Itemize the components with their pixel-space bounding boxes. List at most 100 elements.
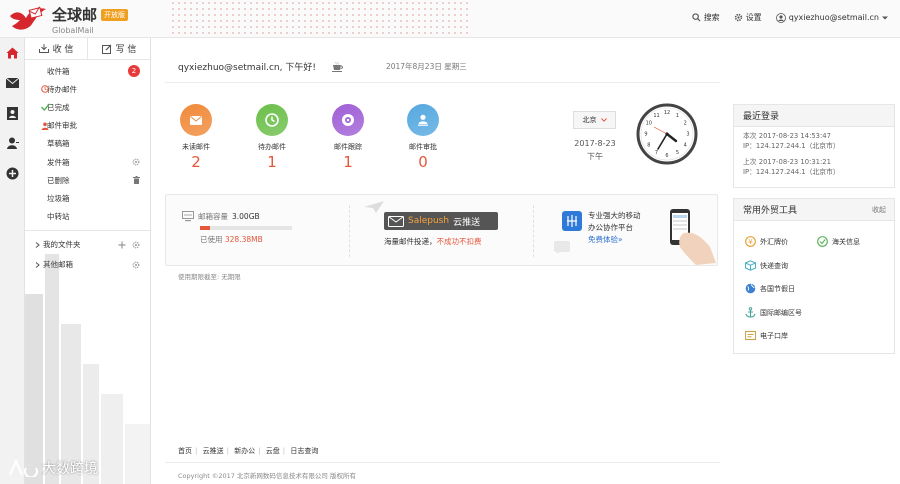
approve-icon: [418, 114, 428, 126]
svg-text:2: 2: [684, 121, 687, 127]
svg-text:11: 11: [653, 113, 659, 119]
bird-logo-icon: [10, 5, 46, 30]
beta-badge: 开放版: [101, 8, 129, 21]
approval-count: 0: [418, 153, 428, 171]
svg-text:3: 3: [686, 132, 689, 138]
chat-bubble-icon: [554, 241, 570, 254]
port-icon: [745, 330, 756, 341]
greeting-text: qyxiezhuo@setmail.cn, 下午好!: [178, 63, 316, 73]
stat-tracking[interactable]: 邮件跟踪 1: [318, 104, 378, 171]
folder-transfer[interactable]: 中转站: [25, 208, 150, 226]
city-select[interactable]: 北京: [573, 111, 616, 129]
stat-approval[interactable]: 邮件审批 0: [393, 104, 453, 171]
folder-sent[interactable]: 发件箱: [25, 153, 150, 171]
folder-done[interactable]: 已完成: [25, 98, 150, 116]
current-date: 2017年8月23日 星期三: [385, 62, 467, 71]
chevron-down-icon: [600, 118, 607, 122]
stat-unread[interactable]: 未读邮件 2: [166, 104, 226, 171]
mobile-office-promo: 专业强大的移动 办公协作平台 免费体验»: [588, 211, 641, 246]
footer-link-salepush[interactable]: 云推送: [203, 447, 224, 455]
phone-illustration: [670, 209, 716, 265]
tool-customs-info[interactable]: 海关信息: [817, 236, 860, 247]
clock-icon: [41, 85, 49, 94]
trash-icon[interactable]: [133, 176, 140, 185]
tool-exchange-rate[interactable]: ¥ 外汇牌价: [745, 236, 788, 247]
todo-circle: [256, 104, 288, 136]
svg-text:4: 4: [684, 143, 687, 149]
storage-progress-bar: [200, 226, 292, 230]
target-icon: [342, 114, 354, 126]
folder-inbox[interactable]: 收件箱 2: [25, 62, 150, 80]
app-logo-icon: [567, 215, 577, 227]
rail-user[interactable]: [0, 128, 25, 158]
footer-link-home[interactable]: 首页: [178, 447, 192, 455]
express-icon: [745, 260, 756, 271]
recent-login-box: 最近登录 本次 2017-08-23 14:53:47 IP：124.127.2…: [733, 104, 895, 188]
tool-express-tracking[interactable]: 快递查询: [745, 260, 788, 271]
clock-icon: [265, 113, 279, 127]
storage-info: 邮箱容量 3.00GB 已使用 328.38MB: [182, 211, 292, 245]
tool-postal-codes[interactable]: 国际邮编区号: [745, 307, 802, 318]
watermark-logo-icon: [9, 459, 38, 477]
storage-icon: [182, 211, 194, 222]
rail-home[interactable]: [0, 38, 25, 68]
folder-approval[interactable]: 邮件审批: [25, 117, 150, 135]
collapse-button[interactable]: 收起: [872, 205, 886, 215]
tool-e-port[interactable]: 电子口岸: [745, 330, 788, 341]
footer-link-office[interactable]: 新办公: [234, 447, 255, 455]
rail-apps[interactable]: [0, 158, 25, 188]
storage-progress-fill: [200, 226, 210, 230]
svg-text:10: 10: [646, 121, 652, 127]
settings-small-icon[interactable]: [132, 158, 140, 166]
free-trial-link[interactable]: 免费体验»: [588, 234, 641, 246]
folder-deleted[interactable]: 已删除: [25, 171, 150, 189]
search-link[interactable]: 搜索: [692, 12, 720, 23]
watermark: 大数跨境: [8, 458, 98, 478]
greeting-row: qyxiezhuo@setmail.cn, 下午好! 2017年8月23日 星期…: [178, 60, 467, 73]
download-icon: [38, 44, 49, 53]
stat-todo[interactable]: 待办邮件 1: [242, 104, 302, 171]
search-icon: [692, 13, 701, 22]
settings-link[interactable]: 设置: [734, 12, 762, 23]
clock-date: 2017-8-23 下午: [574, 139, 616, 161]
folder-panel: 收 信 写 信 收件箱 2 待办邮件 已完成 邮件审批 草稿箱 发件箱 已删除 …: [25, 38, 151, 484]
folder-drafts[interactable]: 草稿箱: [25, 135, 150, 153]
mobile-office-app-icon[interactable]: [562, 211, 582, 231]
tool-holidays[interactable]: 各国节假日: [745, 283, 795, 294]
logo[interactable]: 全球邮 开放版 GlobalMail: [8, 4, 129, 35]
chevron-down-icon: [882, 16, 888, 19]
home-icon: [6, 47, 19, 59]
contacts-icon: [7, 106, 18, 120]
brand-name-en: GlobalMail: [52, 26, 94, 35]
folder-spam[interactable]: 垃圾箱: [25, 189, 150, 207]
copyright: Copyright ©2017 北京新网数码信息技术有限公司 版权所有: [178, 472, 357, 480]
expiry-note: 使用期限截至: 无期限: [178, 273, 241, 281]
approval-circle: [407, 104, 439, 136]
tracking-circle: [332, 104, 364, 136]
paper-plane-icon: [364, 201, 384, 213]
receive-button[interactable]: 收 信: [25, 38, 88, 59]
customs-icon: [817, 236, 828, 247]
footer-link-log-query[interactable]: 日志查询: [290, 447, 318, 455]
compose-button[interactable]: 写 信: [88, 38, 150, 59]
footer-link-cloud-disk[interactable]: 云盘: [266, 447, 280, 455]
todo-count: 1: [267, 153, 277, 171]
trade-tools-title: 常用外贸工具: [743, 206, 798, 216]
rail-mail[interactable]: [0, 68, 25, 98]
promo-banner: 邮箱容量 3.00GB 已使用 328.38MB Salepush 云推送 海量邮件…: [165, 194, 718, 266]
unread-count: 2: [191, 153, 201, 171]
city-skyline-background: [25, 254, 150, 484]
login-entry: 本次 2017-08-23 14:53:47 IP：124.127.244.1（…: [743, 132, 840, 150]
rail-contacts[interactable]: [0, 98, 25, 128]
recent-login-title: 最近登录: [734, 105, 894, 127]
svg-text:9: 9: [644, 132, 647, 138]
user-menu[interactable]: qyxiezhuo@setmail.cn: [775, 12, 888, 23]
coffee-cup-icon: [331, 61, 343, 72]
brand-name: 全球邮: [52, 6, 98, 24]
salepush-logo[interactable]: Salepush 云推送: [384, 212, 498, 230]
exchange-icon: ¥: [745, 236, 756, 247]
approver-icon: [41, 122, 49, 130]
apps-icon: [6, 167, 19, 179]
analog-clock: 12 12 3 45 6 78 9 1011: [636, 103, 698, 165]
folder-todo[interactable]: 待办邮件: [25, 80, 150, 98]
